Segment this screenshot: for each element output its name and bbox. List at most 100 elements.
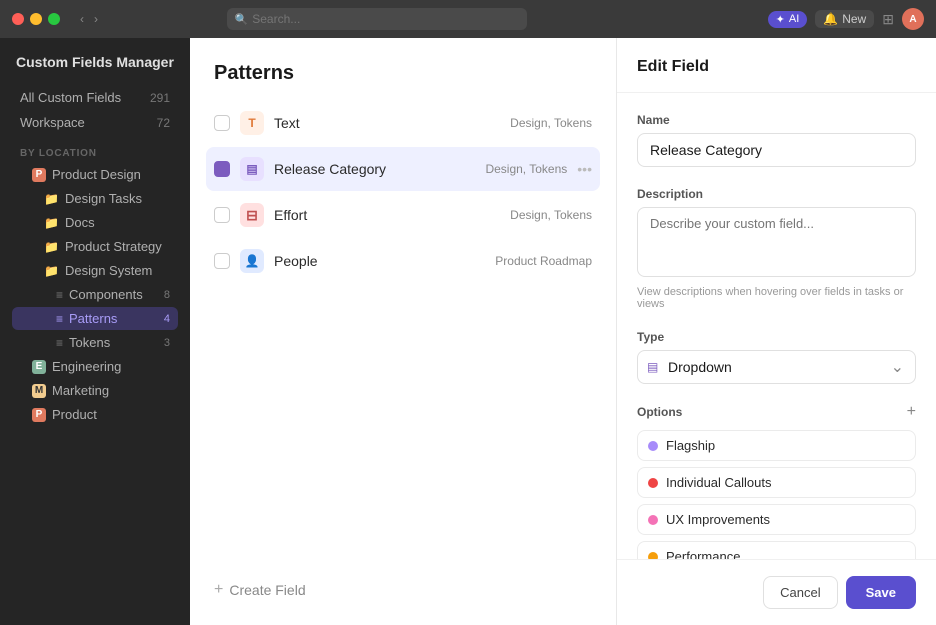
sidebar-item-marketing[interactable]: M Marketing: [12, 379, 178, 402]
marketing-label: Marketing: [52, 383, 109, 398]
sidebar-title: Custom Fields Manager: [12, 54, 178, 70]
list-icon-active: ≡: [56, 312, 63, 326]
product-design-icon: P: [32, 168, 46, 182]
field-name-people: People: [274, 253, 485, 269]
options-header: Options +: [637, 404, 916, 420]
workspace-count: 72: [157, 116, 170, 130]
options-label: Options: [637, 405, 682, 419]
field-checkbox-people[interactable]: [214, 253, 230, 269]
type-select[interactable]: Dropdown Text Number People: [637, 350, 916, 384]
center-panel: Patterns T Text Design, Tokens ▤ Release…: [190, 38, 616, 625]
sidebar-item-design-tasks[interactable]: 📁 Design Tasks: [12, 187, 178, 210]
new-label: New: [842, 12, 866, 26]
product-label: Product: [52, 407, 97, 422]
tokens-count: 3: [164, 337, 170, 349]
field-checkbox-text[interactable]: [214, 115, 230, 131]
description-group: Description View descriptions when hover…: [637, 187, 916, 310]
global-search[interactable]: 🔍: [227, 8, 527, 30]
search-icon: 🔍: [235, 13, 249, 26]
option-label-performance: Performance: [666, 549, 740, 559]
option-performance[interactable]: Performance: [637, 541, 916, 559]
more-icon[interactable]: •••: [577, 161, 592, 177]
search-input[interactable]: [252, 12, 518, 26]
sidebar-item-components[interactable]: ≡ Components 8: [12, 283, 178, 306]
sidebar-item-design-system[interactable]: 📁 Design System: [12, 259, 178, 282]
field-tags-text: Design, Tokens: [510, 116, 592, 130]
field-tags-effort: Design, Tokens: [510, 208, 592, 222]
design-tasks-label: Design Tasks: [65, 191, 142, 206]
option-dot-ux-improvements: [648, 515, 658, 525]
patterns-count: 4: [164, 313, 170, 325]
option-dot-performance: [648, 552, 658, 560]
all-custom-fields-label: All Custom Fields: [20, 90, 150, 105]
option-dot-flagship: [648, 441, 658, 451]
description-hint: View descriptions when hovering over fie…: [637, 286, 916, 310]
option-label-ux-improvements: UX Improvements: [666, 512, 770, 527]
field-name-effort: Effort: [274, 207, 500, 223]
dropdown-type-icon: ▤: [647, 360, 658, 374]
maximize-button[interactable]: [48, 13, 60, 25]
description-textarea[interactable]: [637, 207, 916, 277]
option-flagship[interactable]: Flagship: [637, 430, 916, 461]
sidebar-item-all-custom-fields[interactable]: All Custom Fields 291: [12, 86, 178, 109]
name-label: Name: [637, 113, 916, 127]
components-label: Components: [69, 287, 143, 302]
sidebar-item-patterns[interactable]: ≡ Patterns 4: [12, 307, 178, 330]
product-strategy-label: Product Strategy: [65, 239, 162, 254]
avatar[interactable]: A: [902, 8, 924, 30]
sidebar-item-product-strategy[interactable]: 📁 Product Strategy: [12, 235, 178, 258]
titlebar-right: ✦ AI 🔔 New ⊞ A: [768, 8, 924, 30]
type-group: Type ▤ Dropdown Text Number People: [637, 330, 916, 384]
field-row-people[interactable]: 👤 People Product Roadmap: [206, 239, 600, 283]
edit-panel-footer: Cancel Save: [617, 559, 936, 625]
nav-arrows: ‹ ›: [76, 10, 102, 28]
docs-label: Docs: [65, 215, 95, 230]
save-button[interactable]: Save: [846, 576, 916, 609]
sidebar: Custom Fields Manager All Custom Fields …: [0, 38, 190, 625]
field-row-release-category[interactable]: ▤ Release Category Design, Tokens •••: [206, 147, 600, 191]
sidebar-item-product[interactable]: P Product: [12, 403, 178, 426]
create-field-button[interactable]: + Create Field: [206, 571, 600, 609]
folder-icon: 📁: [44, 192, 59, 206]
field-checkbox-effort[interactable]: [214, 207, 230, 223]
field-checkbox-release-category[interactable]: [214, 161, 230, 177]
list-icon: ≡: [56, 288, 63, 302]
forward-arrow[interactable]: ›: [90, 10, 102, 28]
field-type-icon-text: T: [240, 111, 264, 135]
type-label: Type: [637, 330, 916, 344]
back-arrow[interactable]: ‹: [76, 10, 88, 28]
sidebar-item-docs[interactable]: 📁 Docs: [12, 211, 178, 234]
close-button[interactable]: [12, 13, 24, 25]
sidebar-item-tokens[interactable]: ≡ Tokens 3: [12, 331, 178, 354]
new-button[interactable]: 🔔 New: [815, 10, 874, 28]
field-tags-people: Product Roadmap: [495, 254, 592, 268]
option-label-flagship: Flagship: [666, 438, 715, 453]
cancel-button[interactable]: Cancel: [763, 576, 837, 609]
name-group: Name: [637, 113, 916, 167]
minimize-button[interactable]: [30, 13, 42, 25]
ai-icon: ✦: [776, 13, 785, 26]
sidebar-item-engineering[interactable]: E Engineering: [12, 355, 178, 378]
option-ux-improvements[interactable]: UX Improvements: [637, 504, 916, 535]
field-row-effort[interactable]: ⊟ Effort Design, Tokens: [206, 193, 600, 237]
folder-icon: 📁: [44, 264, 59, 278]
marketing-icon: M: [32, 384, 46, 398]
list-icon: ≡: [56, 336, 63, 350]
name-input[interactable]: [637, 133, 916, 167]
ai-label: AI: [789, 13, 799, 25]
sidebar-item-product-design[interactable]: P Product Design: [12, 163, 178, 186]
grid-icon[interactable]: ⊞: [882, 11, 894, 28]
product-icon: P: [32, 408, 46, 422]
engineering-label: Engineering: [52, 359, 121, 374]
edit-panel: Edit Field Name Description View descrip…: [616, 38, 936, 625]
design-system-label: Design System: [65, 263, 152, 278]
field-type-icon-dropdown: ▤: [240, 157, 264, 181]
ai-badge[interactable]: ✦ AI: [768, 11, 808, 28]
field-row-text[interactable]: T Text Design, Tokens: [206, 101, 600, 145]
type-select-wrapper: ▤ Dropdown Text Number People: [637, 350, 916, 384]
engineering-icon: E: [32, 360, 46, 374]
components-count: 8: [164, 289, 170, 301]
add-option-plus-icon[interactable]: +: [907, 404, 916, 420]
option-individual-callouts[interactable]: Individual Callouts: [637, 467, 916, 498]
sidebar-item-workspace[interactable]: Workspace 72: [12, 111, 178, 134]
